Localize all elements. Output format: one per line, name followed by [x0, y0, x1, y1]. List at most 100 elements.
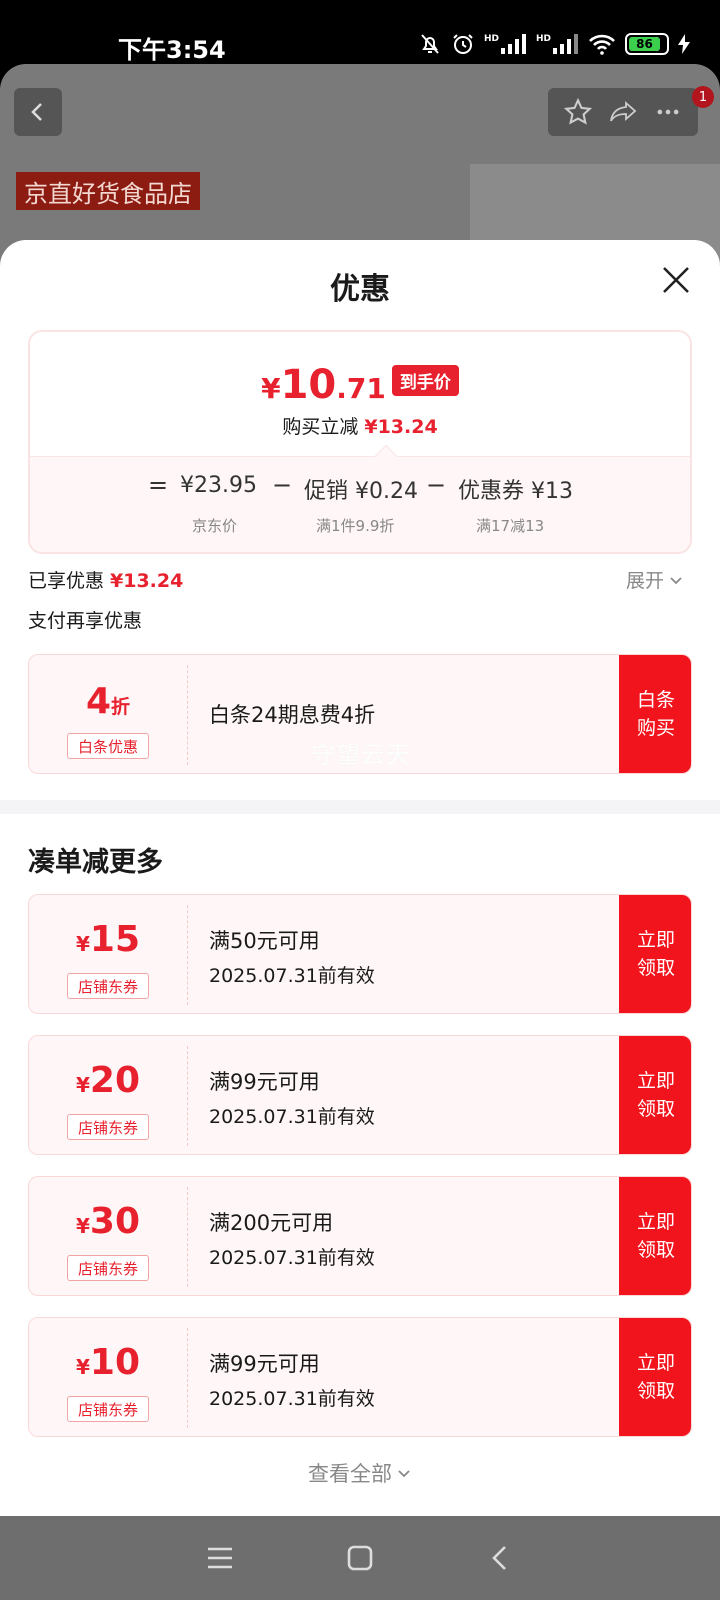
minus-sign: −	[426, 471, 447, 499]
view-all-label: 查看全部	[308, 1462, 392, 1486]
currency-symbol: ¥	[75, 1214, 90, 1238]
instant-discount: 购买立减 ¥13.24	[30, 412, 690, 439]
section-divider	[0, 800, 720, 814]
baitiao-desc: 白条24期息费4折	[209, 703, 376, 727]
card-divider	[187, 905, 188, 1005]
claim-coupon-button[interactable]: 立即 领取	[619, 1036, 691, 1154]
claim-coupon-button[interactable]: 立即 领取	[619, 895, 691, 1013]
share-icon[interactable]	[608, 98, 638, 126]
back-button[interactable]	[14, 88, 62, 136]
jd-price-label: 京东价	[192, 517, 238, 535]
coupon-amount: ¥30	[29, 1201, 187, 1242]
coupon-validity: 2025.07.31前有效	[209, 1388, 375, 1410]
coupon-amount: ¥20	[29, 1060, 187, 1101]
coupon-condition: 满50元可用	[209, 929, 320, 953]
alarm-icon	[453, 34, 473, 54]
top-actions	[548, 88, 698, 136]
view-all-button[interactable]: 查看全部	[0, 1458, 720, 1488]
button-line: 领取	[636, 1098, 675, 1120]
claim-coupon-button[interactable]: 立即 领取	[619, 1177, 691, 1295]
enjoyed-label: 已享优惠	[28, 570, 105, 592]
button-line: 立即	[636, 1070, 675, 1092]
home-button[interactable]	[340, 1538, 380, 1578]
coupon-validity: 2025.07.31前有效	[209, 1106, 375, 1128]
battery-level: 86	[636, 37, 653, 51]
watermark: 守望云天	[311, 741, 411, 769]
card-divider	[187, 665, 188, 765]
coupon-validity: 2025.07.31前有效	[209, 965, 375, 987]
chevron-down-icon	[670, 576, 682, 584]
coupon-condition: 满200元可用	[209, 1211, 334, 1235]
status-bar: 下午3:54 HD HD 86	[0, 0, 720, 64]
expand-label: 展开	[626, 570, 665, 592]
enjoyed-value: ¥13.24	[110, 570, 184, 592]
coupon-condition: 满99元可用	[209, 1070, 320, 1094]
chevron-left-icon	[31, 103, 42, 121]
card-divider	[187, 1046, 188, 1146]
minus-sign: −	[272, 471, 293, 499]
mute-bell-icon	[421, 34, 439, 54]
baitiao-buy-button[interactable]: 白条 购买	[619, 655, 691, 773]
currency-symbol: ¥	[261, 372, 281, 405]
sheet-title: 优惠	[330, 272, 390, 307]
discount-sheet: 优惠 ¥10.71 到手价 购买立减 ¥13.24 = ¥23.95 京东价 − 促…	[0, 240, 720, 1516]
coupon-validity: 2025.07.31前有效	[209, 1247, 375, 1269]
claim-coupon-button[interactable]: 立即 领取	[619, 1318, 691, 1436]
coupon-tag: 店铺东券	[67, 1396, 149, 1422]
chevron-down-icon	[398, 1470, 410, 1478]
shop-name: 京直好货食品店	[16, 172, 200, 210]
price-decimal: .71	[336, 372, 386, 405]
coupon-tag: 店铺东券	[67, 973, 149, 999]
system-nav-bar	[0, 1516, 720, 1600]
button-line: 立即	[636, 1211, 675, 1233]
expand-button[interactable]: 展开	[626, 566, 684, 593]
currency-symbol: ¥	[75, 1355, 90, 1379]
coupon-amount: ¥15	[29, 919, 187, 960]
more-icon[interactable]	[654, 98, 682, 126]
promo-discount: 促销 ¥0.24	[304, 479, 418, 504]
price-breakdown-card: ¥10.71 到手价 购买立减 ¥13.24 = ¥23.95 京东价 − 促销 ¥…	[28, 330, 692, 554]
baitiao-tag: 白条优惠	[67, 733, 149, 759]
baitiao-number: 4	[85, 681, 112, 722]
signal-icon	[553, 34, 578, 54]
coupon-amount: ¥10	[29, 1342, 187, 1383]
jd-price: ¥23.95	[180, 473, 257, 498]
notification-badge: 1	[692, 86, 714, 108]
coupon-card: ¥30 店铺东券 满200元可用 2025.07.31前有效 立即 领取	[28, 1176, 692, 1296]
coupon-card: ¥20 店铺东券 满99元可用 2025.07.31前有效 立即领取	[28, 1035, 692, 1155]
button-line: 购买	[636, 717, 675, 739]
currency-symbol: ¥	[75, 932, 90, 956]
menu-button[interactable]	[200, 1538, 240, 1578]
coupon-value: 10	[89, 1342, 141, 1383]
close-icon[interactable]	[660, 264, 692, 296]
card-divider	[187, 1328, 188, 1428]
currency-symbol: ¥	[75, 1073, 90, 1097]
baitiao-card: 4折 白条优惠 白条24期息费4折 守望云天 白条 购买	[28, 654, 692, 774]
price-integer: 10	[280, 362, 337, 408]
coupon-tag: 店铺东券	[67, 1114, 149, 1140]
background-page: 1 京直好货食品店	[0, 64, 720, 264]
coupon-card: ¥10 店铺东券 满99元可用 2025.07.31前有效 立即 领取	[28, 1317, 692, 1437]
signal-icon	[500, 34, 526, 54]
signal-hd2: HD	[536, 34, 579, 54]
nav-back-button[interactable]	[480, 1538, 520, 1578]
baitiao-unit: 折	[111, 696, 131, 718]
coupon-value: 15	[89, 919, 141, 960]
coupon-condition: 满99元可用	[209, 1352, 320, 1376]
pay-more-title: 支付再享优惠	[28, 610, 143, 632]
star-icon[interactable]	[564, 98, 592, 126]
enjoyed-discount: 已享优惠 ¥13.24	[28, 566, 183, 593]
baitiao-left: 4折 白条优惠	[29, 655, 187, 773]
coupon-label: 满17减13	[476, 517, 545, 535]
final-price: ¥10.71	[261, 362, 386, 408]
instant-discount-value: ¥13.24	[364, 416, 438, 438]
back-icon	[492, 1546, 506, 1570]
coupon-value: 30	[89, 1201, 141, 1242]
price-calculation: = ¥23.95 京东价 − 促销 ¥0.24 满1件9.9折 − 优惠券 ¥1…	[30, 456, 690, 552]
hd-label: HD	[483, 34, 499, 44]
equals-sign: =	[148, 471, 169, 499]
button-line: 领取	[636, 957, 675, 979]
final-price-tag: 到手价	[391, 365, 459, 396]
promo-label: 满1件9.9折	[316, 517, 395, 535]
button-line: 领取	[636, 1380, 675, 1402]
